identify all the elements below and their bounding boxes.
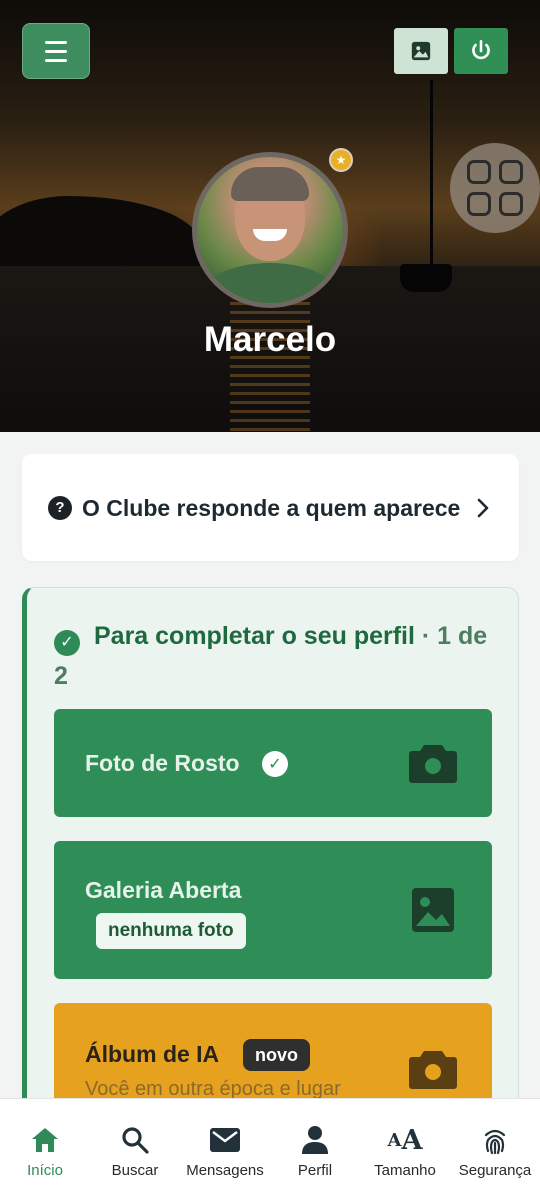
bottom-navigation: Início Buscar Mensagens Perfil A A Taman…: [0, 1098, 540, 1200]
club-info-card[interactable]: ? O Clube responde a quem aparece: [22, 454, 519, 561]
nav-label: Segurança: [458, 1162, 532, 1179]
grid-icon: [467, 160, 491, 184]
power-icon: [472, 39, 490, 60]
image-icon: [411, 41, 431, 61]
nav-item-buscar[interactable]: Buscar: [90, 1099, 180, 1200]
nav-label: Mensagens: [186, 1162, 264, 1179]
avatar[interactable]: [192, 152, 348, 308]
panel-title: ✓ Para completar o seu perfil · 1 de 2: [54, 622, 488, 690]
camera-icon: [409, 1051, 457, 1089]
nav-item-inicio[interactable]: Início: [0, 1099, 90, 1200]
mail-icon: [210, 1128, 240, 1152]
sailboat-silhouette: [396, 80, 456, 296]
menu-button[interactable]: [22, 23, 90, 79]
camera-icon: [409, 745, 457, 783]
task-label: Foto de Rosto: [85, 750, 240, 776]
info-card-text: O Clube responde a quem aparece: [82, 494, 461, 521]
apps-grid-button[interactable]: [450, 143, 540, 233]
task-open-gallery[interactable]: Galeria Aberta nenhuma foto: [54, 841, 492, 979]
check-circle-icon: ✓: [54, 630, 80, 656]
nav-label: Perfil: [297, 1162, 333, 1179]
person-icon: [302, 1126, 328, 1154]
profile-photo: [197, 157, 343, 303]
home-icon: [32, 1128, 58, 1152]
text-size-icon: AA: [387, 1124, 423, 1156]
nav-label: Buscar: [111, 1162, 159, 1179]
task-face-photo[interactable]: Foto de Rosto ✓: [54, 709, 492, 817]
change-cover-button[interactable]: [394, 28, 448, 74]
task-label: Álbum de IA: [85, 1041, 220, 1067]
nav-item-perfil[interactable]: Perfil: [270, 1099, 360, 1200]
status-chip: nenhuma foto: [96, 913, 246, 949]
nav-label: Tamanho: [374, 1162, 436, 1179]
user-name: Marcelo: [203, 320, 337, 359]
image-icon: [412, 888, 454, 932]
profile-completion-panel: ✓ Para completar o seu perfil · 1 de 2 Fo…: [22, 587, 519, 1147]
star-icon: ★: [329, 148, 353, 172]
fingerprint-icon: [484, 1129, 506, 1155]
nav-item-tamanho[interactable]: AA Tamanho: [360, 1099, 450, 1200]
nav-label: Início: [27, 1162, 63, 1179]
hamburger-icon: [45, 40, 67, 44]
nav-item-seguranca[interactable]: Segurança: [450, 1099, 540, 1200]
completed-check-icon: ✓: [262, 751, 288, 777]
chevron-right-icon: [477, 498, 489, 517]
logout-button[interactable]: [454, 28, 508, 74]
search-icon: [122, 1127, 149, 1154]
help-icon: ?: [48, 495, 72, 520]
nav-item-mensagens[interactable]: Mensagens: [180, 1099, 270, 1200]
new-badge: novo: [243, 1039, 310, 1071]
profile-hero: ★ Marcelo: [0, 0, 540, 432]
task-label: Galeria Aberta: [85, 877, 242, 903]
